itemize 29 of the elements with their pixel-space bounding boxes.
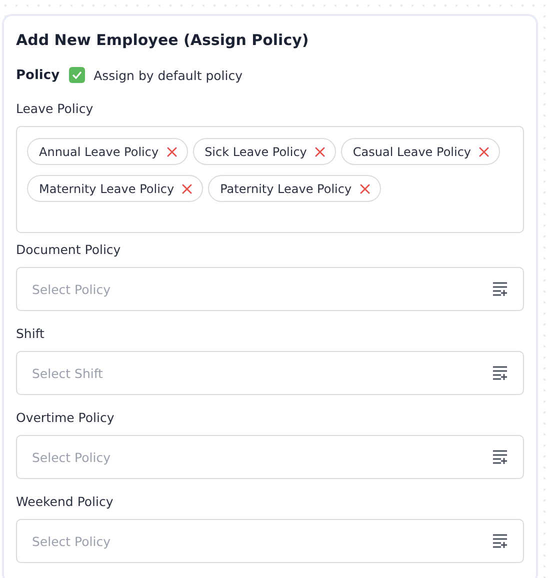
list-add-icon[interactable] [493,450,508,464]
select-field[interactable]: Select Policy [16,267,524,311]
remove-icon[interactable] [479,146,490,156]
form-title: Add New Employee (Assign Policy) [16,31,310,51]
remove-icon[interactable] [166,146,177,156]
policy-tag: Annual Leave Policy [27,138,188,165]
policy-tag: Sick Leave Policy [192,138,336,165]
field-label: Shift [16,326,46,342]
field-label: Weekend Policy [16,494,114,510]
checkbox[interactable] [68,67,85,83]
field-label: Leave Policy [16,101,94,117]
remove-icon[interactable] [314,146,325,156]
select-field[interactable]: Select Policy [16,435,524,479]
check-icon [72,71,82,79]
field-label: Document Policy [16,242,122,258]
remove-icon[interactable] [182,184,192,194]
field-label: Overtime Policy [16,410,116,426]
checkbox-label: Assign by default policy [94,68,243,82]
list-add-icon[interactable] [493,282,508,296]
select-field[interactable]: Select Policy [16,519,524,563]
policy-tag: Paternity Leave Policy [208,175,381,202]
tag-input-field[interactable]: Annual Leave Policy Sick Leave Policy Casual Leave Policy Maternity Leave Policy Paternity Leave Policy [16,126,524,233]
select-field[interactable]: Select Shift [16,351,524,395]
list-add-icon[interactable] [493,534,508,548]
policy-tag: Maternity Leave Policy [27,175,204,202]
policy-tag: Casual Leave Policy [340,138,500,165]
policy-label: Policy [16,68,60,82]
remove-icon[interactable] [360,184,370,194]
list-add-icon[interactable] [493,366,508,380]
